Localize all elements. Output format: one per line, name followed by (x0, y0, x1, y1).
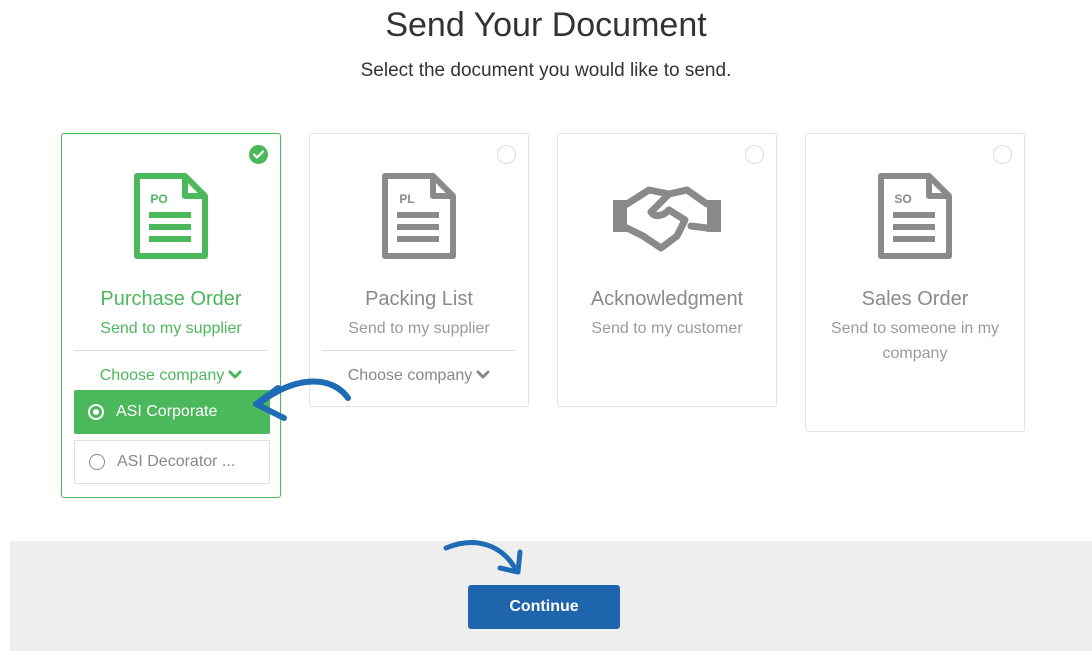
card-radio[interactable] (745, 145, 764, 164)
sales-order-document-icon: SO (877, 172, 953, 265)
document-card-packing-list[interactable]: PL Packing List Send to my supplier Choo… (309, 133, 529, 407)
company-option-asi-decorator[interactable]: ASI Decorator ... (74, 440, 270, 484)
handshake-icon (611, 180, 723, 261)
document-icon-label: SO (894, 192, 911, 206)
radio-selected-icon (88, 404, 104, 420)
purchase-order-document-icon: PO (133, 172, 209, 265)
company-option-label: ASI Decorator ... (117, 453, 236, 470)
radio-unselected-icon (89, 454, 105, 470)
card-divider (322, 350, 516, 351)
packing-list-document-icon: PL (381, 172, 457, 265)
card-title: Acknowledgment (590, 288, 744, 310)
card-description: Send to someone in my company (830, 320, 1000, 362)
card-description: Send to my supplier (100, 320, 242, 337)
card-divider (74, 350, 268, 351)
document-card-sales-order[interactable]: SO Sales Order Send to someone in my com… (805, 133, 1025, 432)
annotation-arrow-icon (253, 378, 351, 421)
document-icon-label: PL (399, 192, 414, 206)
card-radio[interactable] (497, 145, 516, 164)
chevron-down-icon (228, 367, 242, 385)
chevron-down-icon (476, 367, 490, 385)
card-radio[interactable] (993, 145, 1012, 164)
continue-button[interactable]: Continue (468, 585, 620, 629)
card-title: Packing List (365, 288, 473, 310)
card-title: Purchase Order (100, 288, 242, 310)
company-option-label: ASI Corporate (116, 403, 218, 420)
document-icon-label: PO (150, 192, 167, 206)
card-title: Sales Order (861, 288, 969, 310)
choose-company-label: Choose company (99, 367, 225, 385)
annotation-arrow-icon (443, 540, 523, 575)
document-card-purchase-order[interactable]: PO Purchase Order Send to my supplier Ch… (61, 133, 281, 498)
page-subtitle: Select the document you would like to se… (360, 60, 732, 81)
selected-check-icon[interactable] (249, 145, 268, 164)
card-description: Send to my supplier (348, 320, 490, 337)
card-description: Send to my customer (591, 320, 743, 337)
page-title: Send Your Document (385, 6, 707, 44)
document-card-acknowledgment[interactable]: Acknowledgment Send to my customer (557, 133, 777, 407)
company-option-asi-corporate[interactable]: ASI Corporate (74, 390, 270, 434)
choose-company-label: Choose company (347, 367, 473, 385)
